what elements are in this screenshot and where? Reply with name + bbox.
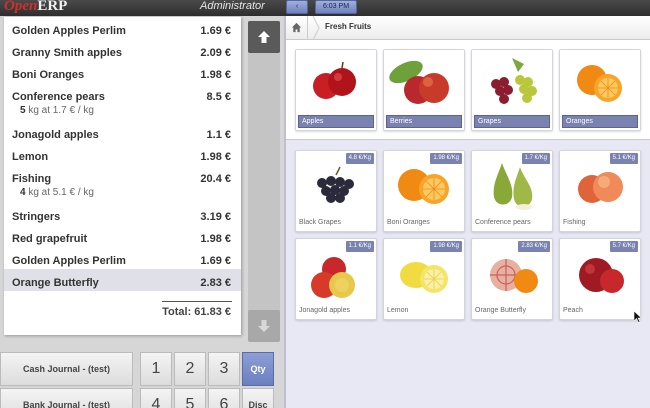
peach-image [579,258,624,293]
order-line[interactable]: Granny Smith apples 2.09 € [4,39,241,61]
arrow-down-icon [258,320,270,332]
product-conference-pears[interactable]: 1.7 €/Kg Conference pears [471,150,553,232]
scroll-down-button[interactable] [248,310,280,342]
product-lemon[interactable]: 1.98 €/Kg Lemon [383,238,465,320]
scroll-up-button[interactable] [248,21,280,53]
clock: 6:03 PM [315,0,357,14]
product-name: Jonagold apples [299,307,350,314]
product-name: Lemon [387,307,409,314]
category-label: Berries [386,115,462,128]
product-name: Boni Oranges [387,219,430,226]
total-divider [162,301,232,302]
blood-orange-image [490,259,538,293]
order-line[interactable]: Stringers 3.19 € [4,203,241,225]
home-button[interactable] [286,16,308,40]
numpad-key-4[interactable]: 4 [140,388,172,408]
product-name: Orange Butterfly [475,307,526,314]
home-icon [291,22,302,33]
apples-image [311,257,355,298]
bank-journal-button[interactable]: Bank Journal - (test) [0,388,133,408]
category-oranges[interactable]: Oranges [559,49,641,131]
user-name: Administrator [200,0,265,12]
price-badge: 5.7 €/Kg [609,241,638,252]
grapes-image [491,58,537,104]
product-black-grapes[interactable]: 4.8 €/Kg Black Grapes [295,150,377,232]
cash-journal-button[interactable]: Cash Journal - (test) [0,352,133,386]
numpad-key-6[interactable]: 6 [208,388,240,408]
lemon-image [400,262,448,293]
breadcrumb-separator [312,16,320,40]
product-jonagold-apples[interactable]: 1.1 €/Kg Jonagold apples [295,238,377,320]
category-label: Oranges [562,115,638,128]
price-badge: 5.1 €/Kg [609,153,638,164]
product-name: Peach [563,307,583,314]
price-badge: 1.7 €/Kg [521,153,550,164]
product-peach[interactable]: 5.7 €/Kg Peach [559,238,641,320]
order-line[interactable]: Fishing 20.4 € 4 kg at 5.1 € / kg [4,165,241,203]
order-line[interactable]: Golden Apples Perlim 1.69 € [4,17,241,39]
order-line[interactable]: Boni Oranges 1.98 € [4,61,241,83]
price-badge: 1.1 €/Kg [345,241,374,252]
order-line[interactable]: Red grapefruit 1.98 € [4,225,241,247]
category-grapes[interactable]: Grapes [471,49,553,131]
order-line-selected[interactable]: Orange Butterfly 2.83 € [4,269,241,291]
breadcrumb-current[interactable]: Fresh Fruits [325,22,371,31]
product-orange-butterfly[interactable]: 2.83 €/Kg Orange Butterfly [471,238,553,320]
category-berries[interactable]: Berries [383,49,465,131]
product-name: Black Grapes [299,219,342,226]
numpad-key-5[interactable]: 5 [174,388,206,408]
logo: OpenERP [4,0,68,14]
category-apples[interactable]: Apples [295,49,377,131]
oranges-image [577,65,622,102]
mouse-cursor-icon [634,311,642,323]
peaches-image [578,172,623,203]
numpad-key-1[interactable]: 1 [140,352,172,386]
product-fishing[interactable]: 5.1 €/Kg Fishing [559,150,641,232]
order-line[interactable]: Golden Apples Perlim 1.69 € [4,247,241,269]
pears-image [493,163,533,210]
price-badge: 4.8 €/Kg [345,153,374,164]
apples-image [313,61,356,99]
order-total: Total: 61.83 € [162,306,231,318]
product-name: Fishing [563,219,586,226]
order-line[interactable]: Conference pears 8.5 € 5 kg at 1.7 € / kg [4,83,241,121]
arrow-up-icon [258,31,270,43]
category-label: Grapes [474,115,550,128]
numpad-key-3[interactable]: 3 [208,352,240,386]
price-badge: 2.83 €/Kg [518,241,550,252]
order-ticket: Golden Apples Perlim 1.69 € Granny Smith … [4,17,241,335]
category-label: Apples [298,115,374,128]
black-grapes-image [317,166,354,203]
back-button[interactable]: ‹ [286,0,308,14]
order-scrollbar[interactable] [248,21,280,341]
berries-image [389,60,449,104]
product-name: Conference pears [475,219,531,226]
order-line[interactable]: Lemon 1.98 € [4,143,241,165]
disc-mode-button[interactable]: Disc [242,388,274,408]
qty-mode-button[interactable]: Qty [242,352,274,386]
price-badge: 1.98 €/Kg [430,153,462,164]
order-line[interactable]: Jonagold apples 1.1 € [4,121,241,143]
product-boni-oranges[interactable]: 1.98 €/Kg Boni Oranges [383,150,465,232]
numpad-key-2[interactable]: 2 [174,352,206,386]
oranges-image [398,169,449,204]
price-badge: 1.98 €/Kg [430,241,462,252]
